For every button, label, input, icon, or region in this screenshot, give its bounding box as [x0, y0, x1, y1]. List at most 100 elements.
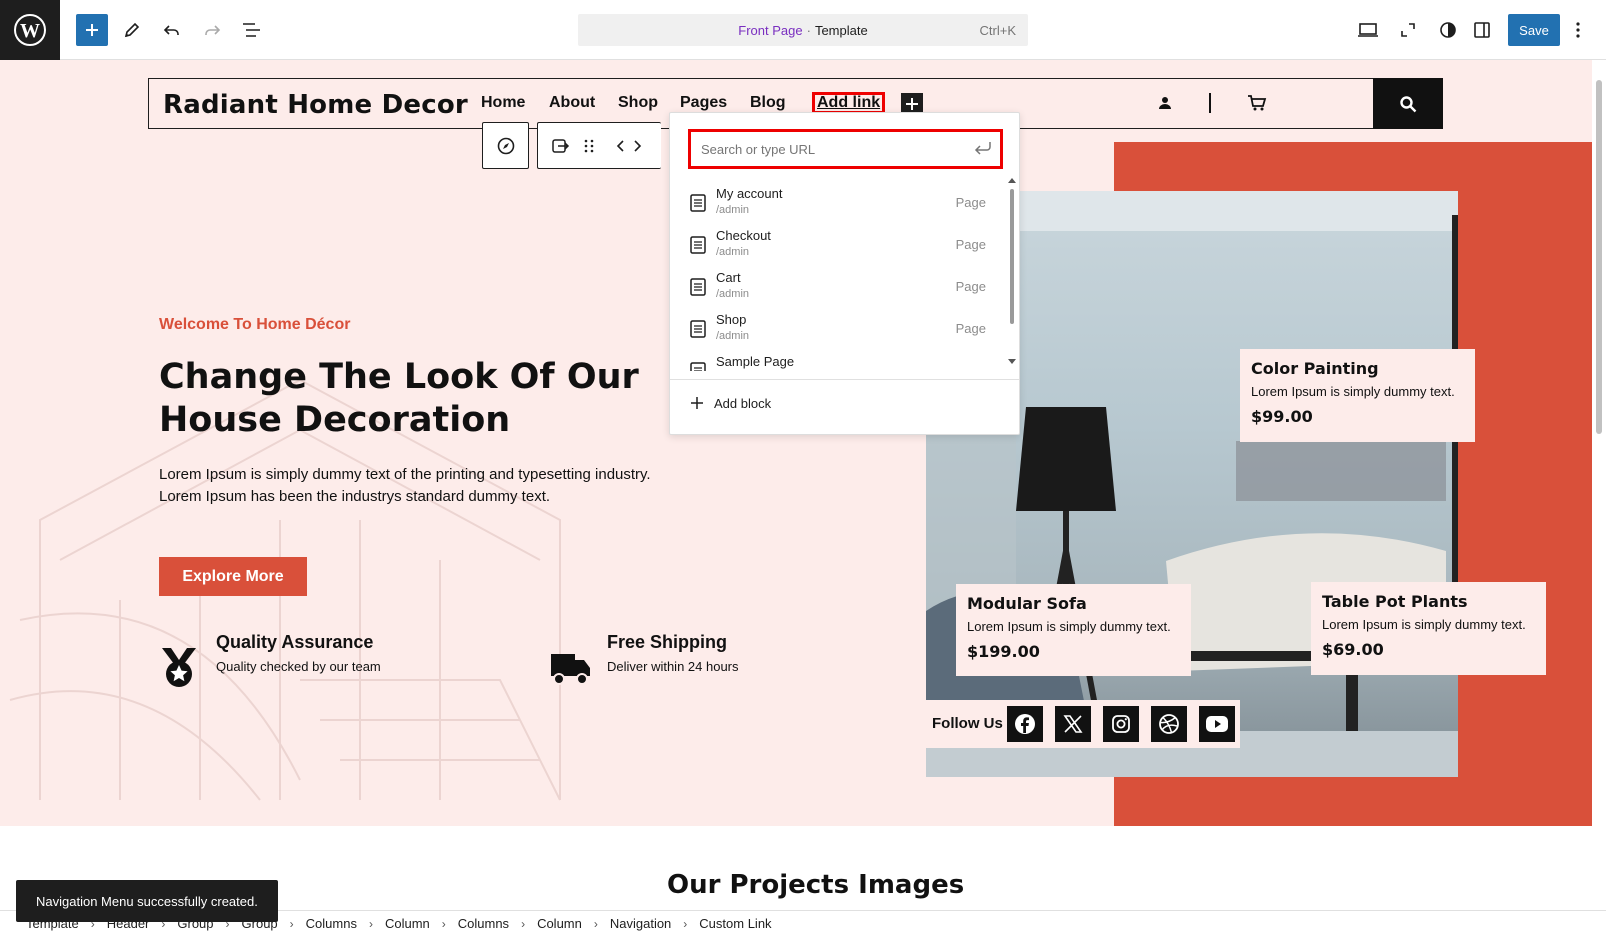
chevron-right-icon: › [521, 916, 526, 931]
product-title: Table Pot Plants [1322, 592, 1468, 611]
facebook-icon[interactable] [1007, 706, 1043, 742]
chevron-right-icon: › [368, 916, 373, 931]
move-left-right-icon [616, 140, 642, 152]
save-button[interactable]: Save [1508, 14, 1560, 46]
suggestion-name: Sample Page [716, 354, 795, 369]
suggestion-item-shop[interactable]: Shop /admin Page [686, 312, 986, 352]
add-block-button[interactable]: Add block [690, 391, 771, 415]
undo-button[interactable] [156, 14, 188, 46]
add-block-label: Add block [714, 395, 772, 411]
suggestion-name: Shop [716, 312, 747, 327]
breadcrumb-item[interactable]: Column [537, 916, 582, 931]
expand-icon [1401, 23, 1415, 37]
nav-item-shop[interactable]: Shop [618, 94, 658, 112]
plus-icon [906, 98, 918, 110]
enter-icon[interactable] [974, 140, 992, 156]
explore-more-button[interactable]: Explore More [159, 557, 307, 596]
breadcrumb-item[interactable]: Column [385, 916, 430, 931]
product-title: Color Painting [1251, 359, 1379, 378]
suggestion-name: Checkout [716, 228, 771, 243]
suggestions-scrollbar[interactable] [1008, 177, 1016, 367]
header-divider [1209, 93, 1211, 113]
medal-icon [162, 648, 196, 687]
product-card-color-painting[interactable]: Color Painting Lorem Ipsum is simply dum… [1240, 349, 1475, 442]
add-link-item[interactable]: Add link [812, 92, 886, 114]
page-icon [690, 194, 706, 212]
feature-title-shipping[interactable]: Free Shipping [607, 632, 727, 653]
wordpress-icon: W [14, 14, 46, 46]
cart-icon[interactable] [1247, 94, 1267, 117]
site-title[interactable]: Radiant Home Decor [163, 90, 468, 120]
feature-title-quality[interactable]: Quality Assurance [216, 632, 373, 653]
youtube-icon[interactable] [1199, 706, 1235, 742]
template-type-label: Template [814, 22, 868, 38]
url-search-input[interactable]: Search or type URL [688, 129, 1003, 169]
suggestion-item-my-account[interactable]: My account /admin Page [686, 186, 986, 226]
nav-item-pages[interactable]: Pages [680, 94, 727, 112]
hero-eyebrow[interactable]: Welcome To Home Décor [159, 316, 350, 334]
suggestion-path: /admin [716, 330, 750, 342]
settings-sidebar-button[interactable] [1466, 14, 1498, 46]
account-icon[interactable] [1157, 95, 1173, 116]
hero-heading[interactable]: Change The Look Of Our House Decoration [159, 356, 679, 442]
hero-desc-line-1: Lorem Ipsum is simply dummy text of the … [159, 466, 651, 483]
instagram-icon[interactable] [1103, 706, 1139, 742]
block-toolbar-parent[interactable] [482, 122, 529, 169]
link-transform-icon [552, 139, 570, 153]
nav-item-home[interactable]: Home [481, 94, 525, 112]
popover-divider [670, 379, 1019, 380]
styles-button[interactable] [1432, 14, 1464, 46]
product-price: $69.00 [1322, 640, 1384, 659]
chevron-right-icon: › [593, 916, 598, 931]
suggestion-type: Page [955, 321, 986, 336]
breadcrumb-item-current[interactable]: Custom Link [699, 916, 771, 931]
plus-icon [691, 397, 703, 409]
nav-item-blog[interactable]: Blog [750, 94, 786, 112]
device-preview-button[interactable] [1352, 14, 1384, 46]
wordpress-logo-button[interactable]: W [0, 0, 60, 60]
redo-button[interactable] [196, 14, 228, 46]
block-inserter-button[interactable] [76, 14, 108, 46]
projects-heading[interactable]: Our Projects Images [667, 870, 964, 900]
tools-button[interactable] [116, 14, 148, 46]
suggestion-type: Page [955, 195, 986, 210]
breadcrumb-item[interactable]: Columns [458, 916, 509, 931]
suggestion-path: /admin [716, 246, 750, 258]
header-search-button[interactable] [1373, 78, 1443, 129]
hero-description[interactable]: Lorem Ipsum is simply dummy text of the … [159, 464, 719, 508]
product-card-modular-sofa[interactable]: Modular Sofa Lorem Ipsum is simply dummy… [956, 584, 1191, 676]
page-icon [690, 362, 706, 371]
canvas-scrollbar-thumb[interactable] [1596, 80, 1602, 434]
page-icon [690, 278, 706, 296]
breadcrumb-item[interactable]: Columns [306, 916, 357, 931]
breadcrumb-item[interactable]: Navigation [610, 916, 671, 931]
feature-sub-shipping[interactable]: Deliver within 24 hours [607, 659, 739, 674]
plus-icon [86, 24, 98, 36]
more-vertical-icon [1576, 22, 1580, 38]
dribbble-icon[interactable] [1151, 706, 1187, 742]
contrast-icon [1440, 22, 1456, 38]
x-icon[interactable] [1055, 706, 1091, 742]
title-separator: · [806, 22, 811, 38]
follow-us-bar: Follow Us [926, 700, 1240, 748]
search-icon [1400, 95, 1417, 112]
document-overview-button[interactable] [236, 14, 268, 46]
command-palette-bar[interactable]: Front Page · Template Ctrl+K [578, 14, 1028, 46]
suggestion-item-checkout[interactable]: Checkout /admin Page [686, 228, 986, 268]
editor-top-toolbar: W Front Page · Template Ctrl+K Save [0, 0, 1606, 60]
block-toolbar-main[interactable] [537, 122, 661, 169]
feature-sub-quality[interactable]: Quality checked by our team [216, 659, 381, 674]
follow-us-label: Follow Us [932, 715, 1003, 732]
suggestion-item-cart[interactable]: Cart /admin Page [686, 270, 986, 310]
options-menu-button[interactable] [1566, 14, 1590, 46]
fullscreen-button[interactable] [1392, 14, 1424, 46]
product-card-table-pot-plants[interactable]: Table Pot Plants Lorem Ipsum is simply d… [1311, 582, 1546, 675]
suggestion-type: Page [955, 237, 986, 252]
canvas-scrollbar[interactable] [1592, 60, 1606, 924]
suggestion-item-sample-page[interactable]: Sample Page [686, 354, 986, 371]
nav-item-about[interactable]: About [549, 94, 595, 112]
svg-text:W: W [20, 20, 40, 42]
page-icon [690, 236, 706, 254]
template-title-link[interactable]: Front Page [738, 23, 802, 38]
snackbar-notice[interactable]: Navigation Menu successfully created. [16, 880, 278, 922]
